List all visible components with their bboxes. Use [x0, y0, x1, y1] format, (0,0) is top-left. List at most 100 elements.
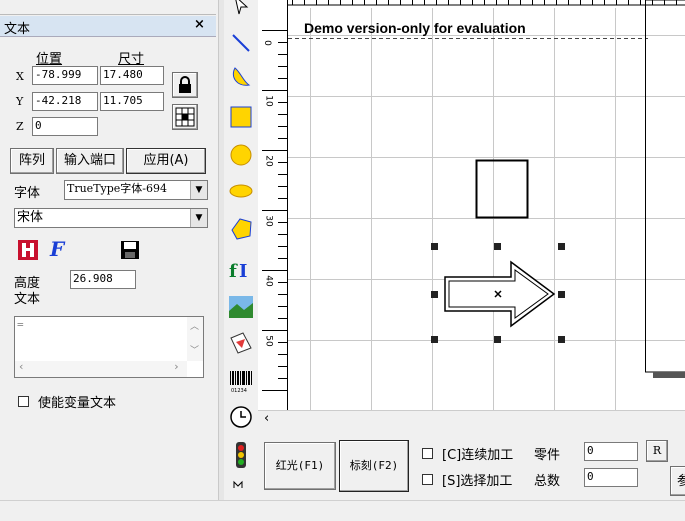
scroll-left-icon[interactable]: ‹ [264, 411, 269, 426]
close-icon[interactable]: × [194, 17, 205, 32]
ruler-label-10: 10 [264, 95, 274, 106]
lock-icon [175, 75, 195, 95]
canvas-horizontal-scrollbar[interactable]: ‹ [258, 410, 685, 429]
image-icon [228, 295, 254, 319]
text-content-area[interactable]: = ︿ ﹀ ‹ › [14, 316, 204, 378]
line-icon [230, 32, 252, 54]
lock-ratio-button[interactable] [172, 72, 198, 98]
font-style-icon[interactable] [16, 238, 40, 262]
y-size-field[interactable]: 11.705 [100, 92, 164, 111]
selection-handle[interactable] [558, 243, 565, 250]
selection-handle[interactable] [431, 336, 438, 343]
size-header: 尺寸 [118, 48, 144, 67]
z-position-field[interactable]: 0 [32, 117, 98, 136]
selection-handle[interactable] [431, 291, 438, 298]
height-field[interactable]: 26.908 [70, 270, 136, 289]
enable-variable-text-label: 使能变量文本 [38, 392, 116, 411]
part-count-label: 零件 [534, 444, 560, 463]
font-type-select[interactable]: TrueType字体-694 ▼ [64, 180, 208, 200]
ellipse-tool[interactable] [227, 176, 255, 206]
bitmap-tool[interactable] [227, 292, 255, 322]
status-bar [0, 500, 685, 521]
mark-button[interactable]: 标刻(F2) [339, 440, 409, 492]
font-type-value: TrueType字体-694 [67, 182, 167, 195]
font-name-value: 宋体 [17, 210, 43, 225]
select-tool[interactable] [227, 0, 255, 20]
position-header: 位置 [36, 48, 62, 67]
pointer-icon [230, 0, 252, 16]
continuous-process-checkbox[interactable] [422, 448, 433, 459]
rectangle-shape [477, 161, 528, 218]
circle-icon [229, 143, 253, 167]
font-name-select[interactable]: 宋体 ▼ [14, 208, 208, 228]
canvas-graphics [258, 0, 685, 410]
font-italic-icon[interactable]: F [44, 238, 70, 262]
floppy-icon [120, 240, 140, 260]
vector-file-tool[interactable] [227, 328, 255, 358]
selection-handle[interactable] [494, 336, 501, 343]
rectangle-icon [229, 105, 253, 129]
barcode-tool[interactable]: 01234 [227, 366, 255, 396]
text-tool-icon: f I [228, 256, 254, 282]
output-icon [230, 480, 252, 500]
selection-handle[interactable] [558, 336, 565, 343]
panel-title: 文本 [4, 18, 30, 37]
line-tool[interactable] [227, 28, 255, 58]
anchor-grid-button[interactable] [172, 104, 198, 130]
polygon-icon [228, 216, 254, 242]
selection-handle[interactable] [558, 291, 565, 298]
select-process-label: [S]选择加工 [442, 470, 512, 489]
ellipse-icon [228, 181, 254, 201]
ruler-label-40: 40 [264, 275, 274, 286]
vector-file-icon [228, 330, 254, 356]
ruler-label-0: 0 [262, 40, 272, 46]
traffic-light-icon [234, 441, 248, 469]
chevron-down-icon[interactable]: ▼ [190, 209, 207, 227]
polygon-tool[interactable] [227, 214, 255, 244]
input-port-button[interactable]: 输入端口 [56, 148, 124, 174]
barcode-icon: 01234 [228, 368, 254, 394]
x-position-field[interactable]: -78.999 [32, 66, 98, 85]
arrow-shape [445, 262, 554, 326]
ruler-label-30: 30 [264, 215, 274, 226]
panel-top-strip [0, 0, 216, 15]
enable-variable-text-checkbox[interactable] [18, 396, 29, 407]
save-font-icon[interactable] [120, 240, 142, 262]
reset-count-button[interactable]: R [646, 440, 668, 462]
z-label: Z [16, 120, 24, 133]
clock-icon [229, 405, 253, 429]
total-count-field[interactable]: 0 [584, 468, 638, 487]
text-tool[interactable]: f I [227, 254, 255, 284]
drawing-canvas[interactable]: Demo version-only for evaluation 0 10 20… [258, 0, 685, 410]
select-process-checkbox[interactable] [422, 474, 433, 485]
io-output-tool[interactable] [227, 480, 255, 500]
array-button[interactable]: 阵列 [10, 148, 54, 174]
vertical-scrollbar[interactable]: ︿ ﹀ [187, 317, 203, 361]
curve-tool[interactable] [227, 62, 255, 92]
y-position-field[interactable]: -42.218 [32, 92, 98, 111]
demo-watermark: Demo version-only for evaluation [304, 20, 526, 36]
text-content-value: = [17, 318, 24, 331]
apply-button[interactable]: 应用(A) [126, 148, 206, 174]
svg-text:01234: 01234 [231, 388, 247, 394]
part-count-field[interactable]: 0 [584, 442, 638, 461]
property-panel: 文本 × 位置 尺寸 X -78.999 17.480 Y -42.218 11… [0, 0, 218, 500]
canvas-grid [258, 0, 685, 410]
chevron-down-icon[interactable]: ▼ [190, 181, 207, 199]
rectangle-tool[interactable] [227, 102, 255, 132]
y-label: Y [16, 95, 23, 108]
selection-handle[interactable] [431, 243, 438, 250]
timer-tool[interactable] [227, 402, 255, 432]
selection-handle[interactable] [494, 243, 501, 250]
red-light-button[interactable]: 红光(F1) [264, 442, 336, 490]
horizontal-scrollbar[interactable]: ‹ › [15, 361, 187, 377]
parameter-button[interactable]: 参 [670, 466, 685, 496]
circle-tool[interactable] [227, 140, 255, 170]
curve-icon [229, 65, 253, 89]
x-label: X [16, 70, 24, 83]
io-input-tool[interactable] [227, 440, 255, 470]
grid-anchor-icon [175, 107, 195, 127]
font-library-icon [16, 238, 40, 262]
x-size-field[interactable]: 17.480 [100, 66, 164, 85]
total-count-label: 总数 [534, 470, 560, 489]
